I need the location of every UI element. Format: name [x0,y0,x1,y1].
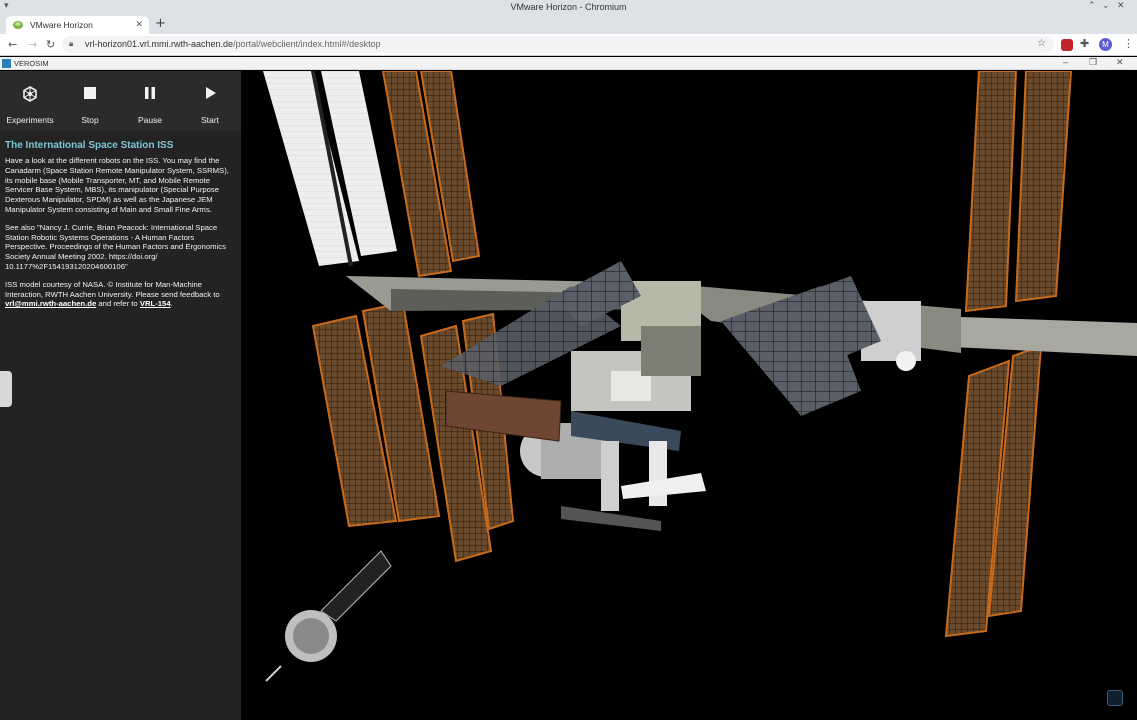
lock-icon[interactable]: 🔒︎ [69,39,73,49]
extensions-puzzle-icon[interactable]: ✚ [1080,37,1089,50]
credits-period: . [170,299,173,309]
session-close-icon[interactable]: ✕ [1116,57,1124,68]
reload-icon[interactable]: ↻ [46,38,55,51]
white-solar-array [263,71,397,267]
remote-session-bar: VEROSIM – ❐ ✕ [0,57,1137,70]
url-path: /portal/webclient/index.html#/desktop [233,39,381,49]
session-app-name: VEROSIM [14,59,49,68]
pause-icon [145,87,155,99]
profile-avatar[interactable]: M [1099,38,1112,51]
tab-strip: VMware Horizon ✕ + [0,14,1137,34]
start-icon [206,87,216,99]
stop-label: Stop [81,115,99,125]
credits-refer-text: and refer to [98,299,138,309]
ublock-extension-icon[interactable] [1061,39,1073,51]
experiments-button[interactable]: Experiments [0,71,60,131]
start-label: Start [201,115,219,125]
horizon-favicon-icon [13,21,23,29]
iss-3d-viewport[interactable] [241,71,1137,720]
start-button[interactable]: Start [180,71,240,131]
horizon-sidebar-handle[interactable] [0,371,12,407]
back-icon[interactable]: ← [8,38,17,51]
description-paragraph-credits: ISS model courtesy of NASA. © Institute … [5,280,237,309]
pause-label: Pause [137,115,163,125]
side-panel: Experiments Stop Pause Start The Interna… [0,71,241,720]
window-titlebar: ▾ VMware Horizon - Chromium ⌃ ⌄ ✕ [0,0,1137,14]
description-paragraph-reference: See also "Nancy J. Currie, Brian Peacock… [5,222,226,271]
experiments-label: Experiments [6,115,54,125]
new-tab-icon[interactable]: + [155,16,166,31]
description-title: The International Space Station ISS [5,140,174,151]
simulation-controls: Experiments Stop Pause Start [0,71,241,131]
soyuz-spacecraft [265,550,392,682]
viewport-settings-button[interactable] [1107,690,1123,706]
close-tab-icon[interactable]: ✕ [135,19,143,30]
pause-button[interactable]: Pause [120,71,180,131]
experiments-icon [23,86,37,102]
browser-menu-icon[interactable]: ⋮ [1123,37,1134,50]
bookmark-star-icon[interactable]: ☆ [1037,38,1046,49]
experiment-description: The International Space Station ISS Have… [5,140,237,317]
minimize-up-icon[interactable]: ⌃ [1088,1,1096,11]
tab-title: VMware Horizon [30,20,93,30]
address-bar[interactable]: 🔒︎ vrl-horizon01.vrl.mmi.rwth-aachen.de/… [62,36,1054,53]
stop-button[interactable]: Stop [60,71,120,131]
session-restore-icon[interactable]: ❐ [1089,57,1097,68]
upper-orange-solar-arrays [381,71,1073,313]
stop-icon [84,87,96,99]
verosim-app-icon [2,59,11,68]
iss-model-render [263,71,1137,682]
close-window-icon[interactable]: ✕ [1117,1,1125,11]
description-paragraph-robots: Have a look at the different robots on t… [5,156,229,214]
forward-icon[interactable]: → [28,38,37,51]
window-title: VMware Horizon - Chromium [510,2,627,12]
browser-toolbar: ← → ↻ 🔒︎ vrl-horizon01.vrl.mmi.rwth-aach… [0,34,1137,56]
vrl-reference-link[interactable]: VRL-154 [140,299,171,308]
browser-tab[interactable]: VMware Horizon ✕ [6,16,149,34]
feedback-email-link[interactable]: vrl@mmi.rwth-aachen.de [5,299,96,308]
credits-text: ISS model courtesy of NASA. © Institute … [5,279,220,299]
maximize-icon[interactable]: ⌄ [1102,1,1110,11]
session-minimize-icon[interactable]: – [1063,57,1068,67]
url-host: vrl-horizon01.vrl.mmi.rwth-aachen.de [85,39,234,49]
